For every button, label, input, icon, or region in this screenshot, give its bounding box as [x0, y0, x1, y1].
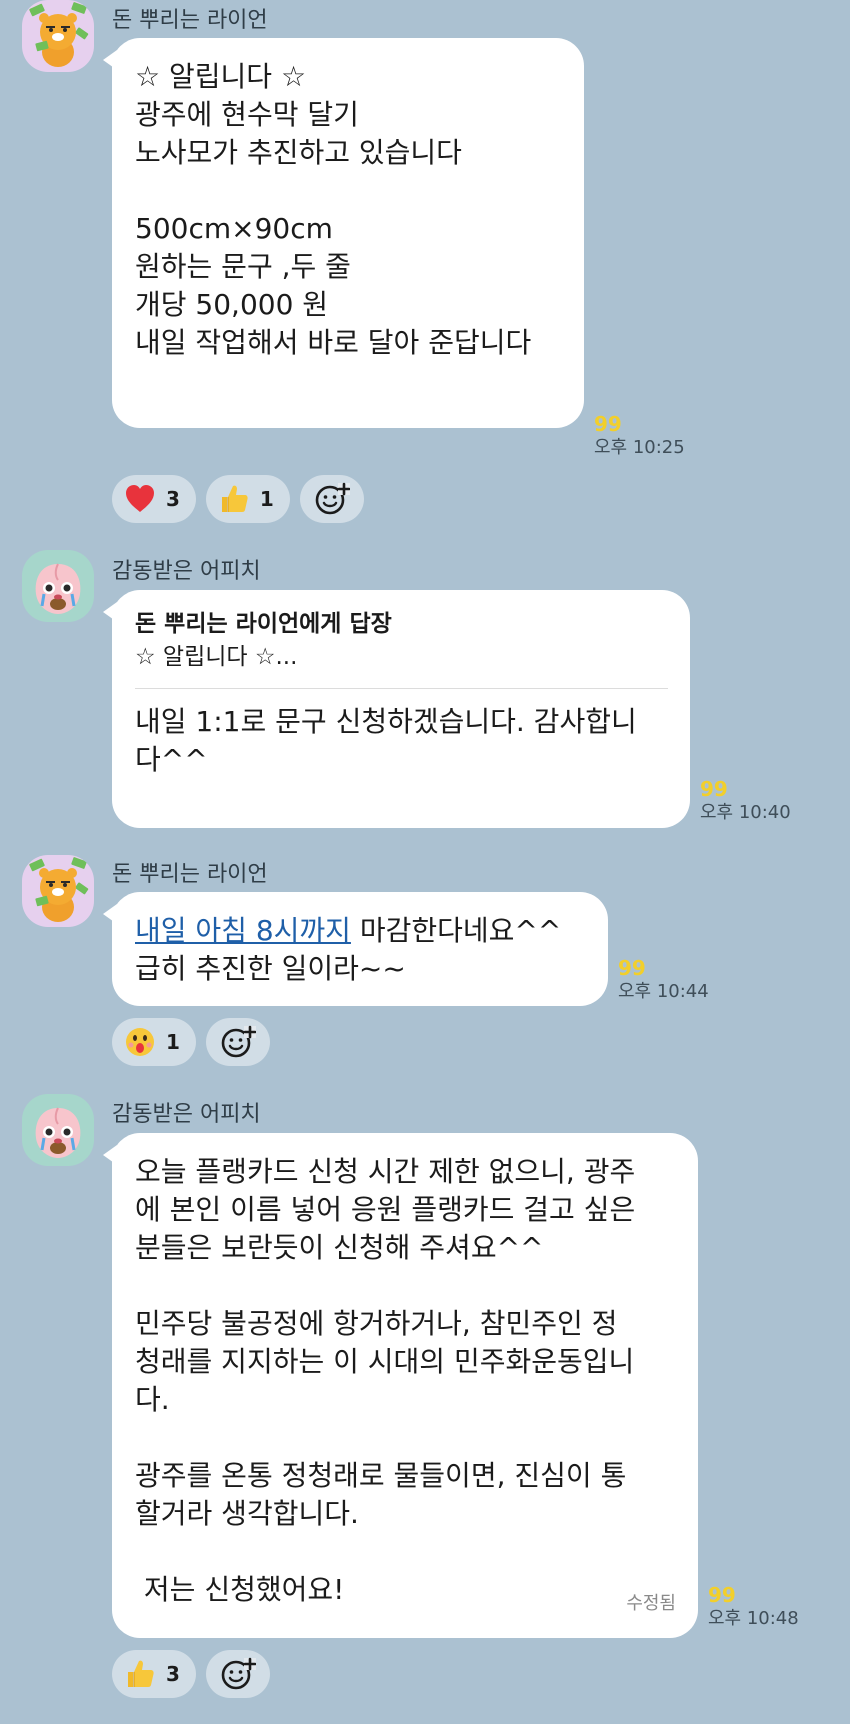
- unread-count: 99: [700, 777, 728, 801]
- sender-name: 감동받은 어피치: [112, 1102, 261, 1127]
- message-line: ☆ 알립니다 ☆: [135, 60, 307, 93]
- message-meta: 99 오후 10:44: [618, 957, 709, 1005]
- add-reaction-button[interactable]: [205, 1018, 270, 1066]
- message-line: 할거라 생각합니다.: [135, 1497, 359, 1530]
- message-line: 광주에 현수막 달기: [135, 98, 359, 131]
- message-line: 개당 50,000 원: [135, 288, 329, 321]
- thumbs-up-icon: [124, 1658, 156, 1690]
- sender-name: 돈 뿌리는 라이언: [112, 862, 268, 887]
- reaction-thumbs-up[interactable]: 3: [112, 1650, 196, 1698]
- message-bubble[interactable]: 오늘 플랭카드 신청 시간 제한 없으니, 광주 에 본인 이름 넣어 응원 플…: [103, 1133, 698, 1638]
- message-line: 내일 작업해서 바로 달아 준답니다: [135, 326, 532, 359]
- reaction-bar: 3 1: [112, 475, 364, 523]
- message-line: 다.: [135, 1383, 170, 1416]
- reaction-thumbs-up[interactable]: 1: [205, 475, 290, 523]
- message-meta: 99 오후 10:25: [594, 413, 685, 461]
- divider: [135, 688, 668, 689]
- add-emoji-icon: [314, 481, 350, 517]
- heart-icon: [124, 483, 156, 515]
- add-emoji-icon: [220, 1024, 256, 1060]
- message-line: 급히 추진한 일이라~~: [135, 952, 406, 985]
- timestamp: 오후 10:48: [708, 1608, 799, 1629]
- message-line: 500cm×90cm: [135, 212, 333, 245]
- timestamp: 오후 10:40: [700, 802, 791, 823]
- add-emoji-icon: [220, 1656, 256, 1692]
- message-line: 에 본인 이름 넣어 응원 플랭카드 걸고 싶은: [135, 1193, 636, 1226]
- timestamp: 오후 10:25: [594, 437, 685, 458]
- message-line: 오늘 플랭카드 신청 시간 제한 없으니, 광주: [135, 1155, 636, 1188]
- surprised-face-icon: [124, 1026, 156, 1058]
- add-reaction-button[interactable]: [205, 1650, 270, 1698]
- message-line: 내일 1:1로 문구 신청하겠습니다. 감사합니: [135, 705, 637, 738]
- reaction-heart[interactable]: 3: [112, 475, 196, 523]
- message-meta: 99 오후 10:40: [700, 778, 791, 826]
- apeach-avatar[interactable]: [22, 550, 94, 622]
- reply-quote[interactable]: ☆ 알립니다 ☆...: [135, 640, 668, 674]
- message-link[interactable]: 내일 아침 8시까지: [135, 914, 351, 947]
- message-line: 다^^: [135, 743, 208, 776]
- message-meta: 99 오후 10:48: [708, 1584, 799, 1632]
- message-bubble[interactable]: ☆ 알립니다 ☆ 광주에 현수막 달기 노사모가 추진하고 있습니다 500cm…: [103, 38, 584, 428]
- message-line: 분들은 보란듯이 신청해 주셔요^^: [135, 1231, 544, 1264]
- reaction-count: 1: [166, 1030, 180, 1054]
- message-line: 민주당 불공정에 항거하거나, 참민주인 정: [135, 1307, 618, 1340]
- edited-label: 수정됨: [626, 1593, 676, 1614]
- unread-count: 99: [594, 412, 622, 436]
- message-line: 광주를 온통 정청래로 물들이면, 진심이 통: [135, 1459, 627, 1492]
- message-line: 노사모가 추진하고 있습니다: [135, 136, 462, 169]
- reply-message-bubble[interactable]: 돈 뿌리는 라이언에게 답장 ☆ 알립니다 ☆... 내일 1:1로 문구 신청하겠…: [103, 590, 690, 828]
- message-line: 원하는 문구 ,두 줄: [135, 250, 351, 283]
- chat-view: 돈 뿌리는 라이언 ☆ 알립니다 ☆ 광주에 현수막 달기 노사모가 추진하고 …: [0, 0, 850, 1724]
- unread-count: 99: [708, 1583, 736, 1607]
- message-text: 마감한다네요^^: [350, 914, 562, 947]
- reaction-count: 1: [259, 487, 274, 511]
- reaction-count: 3: [166, 487, 180, 511]
- message-line: 저는 신청했어요!: [135, 1573, 345, 1606]
- reply-target: 돈 뿌리는 라이언에게 답장: [135, 611, 392, 637]
- add-reaction-button[interactable]: [299, 475, 364, 523]
- unread-count: 99: [618, 956, 646, 980]
- message-line: 청래를 지지하는 이 시대의 민주화운동입니: [135, 1345, 635, 1378]
- timestamp: 오후 10:44: [618, 981, 709, 1002]
- apeach-avatar[interactable]: [22, 1094, 94, 1166]
- message-bubble[interactable]: 내일 아침 8시까지 마감한다네요^^ 급히 추진한 일이라~~: [103, 892, 608, 1006]
- reaction-count: 3: [166, 1662, 180, 1686]
- sender-name: 감동받은 어피치: [112, 559, 261, 584]
- lion-avatar[interactable]: [22, 855, 94, 927]
- reaction-surprised[interactable]: 1: [112, 1018, 196, 1066]
- lion-avatar[interactable]: [22, 0, 94, 72]
- reaction-bar: 3: [112, 1650, 270, 1698]
- thumbs-up-icon: [218, 483, 250, 515]
- reaction-bar: 1: [112, 1018, 270, 1066]
- sender-name: 돈 뿌리는 라이언: [112, 8, 268, 33]
